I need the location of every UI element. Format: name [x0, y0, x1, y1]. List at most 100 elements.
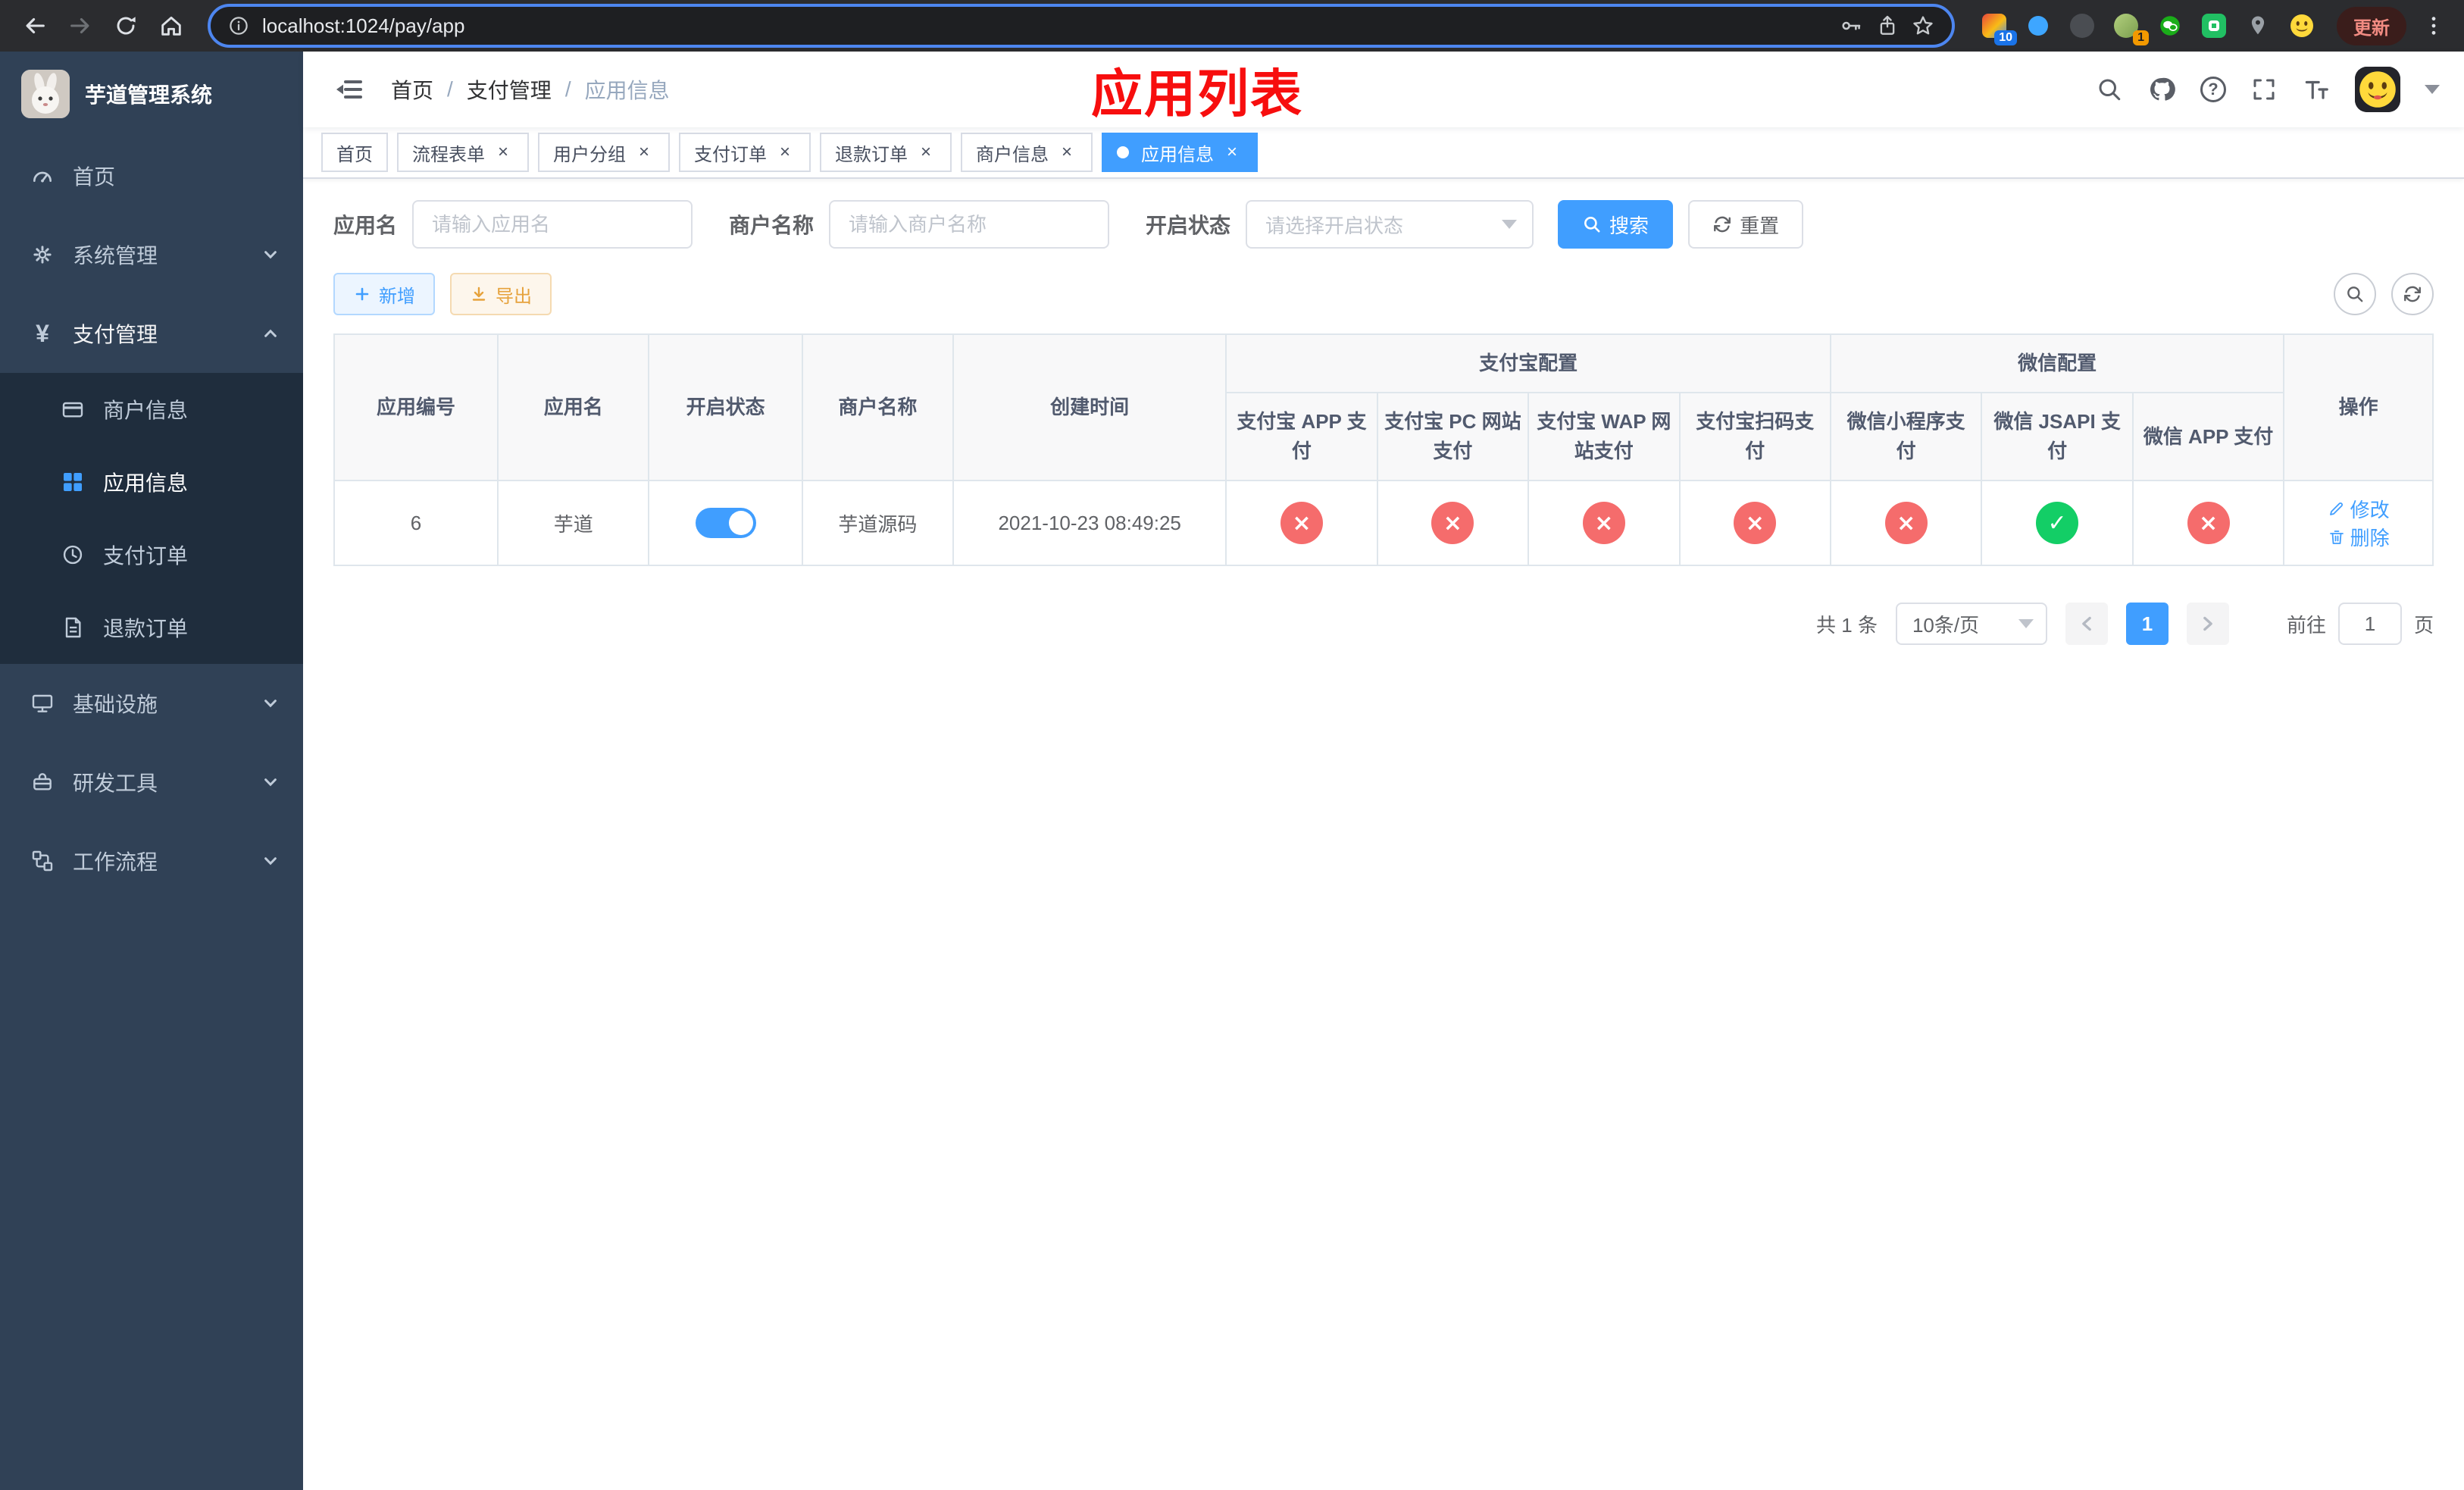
breadcrumb-separator: / [564, 77, 571, 101]
col-header-wx-lite: 微信小程序支付 [1829, 392, 1983, 481]
col-header-name: 应用名 [497, 333, 650, 481]
table-row: 6 芋道 芋道源码 2021-10-23 08:49:25 × × × × × … [333, 480, 2434, 566]
close-icon[interactable]: × [915, 142, 937, 163]
col-header-enabled: 开启状态 [648, 333, 803, 481]
sidebar-item-refund-orders[interactable]: 退款订单 [0, 591, 303, 664]
extension-icon-2[interactable] [2025, 12, 2052, 39]
grid-icon [61, 470, 85, 494]
enable-switch[interactable] [695, 508, 756, 538]
sidebar-item-home[interactable]: 首页 [0, 136, 303, 215]
filter-form: 应用名 商户名称 开启状态 请选择开启状态 搜索 重置 [333, 200, 2434, 249]
browser-menu-icon[interactable] [2419, 14, 2449, 38]
sidebar-item-label: 首页 [73, 165, 116, 189]
next-page-button[interactable] [2186, 603, 2229, 645]
tab-label: 用户分组 [553, 144, 626, 165]
goto-page-input[interactable] [2337, 603, 2402, 645]
tab-process-form[interactable]: 流程表单 × [397, 133, 529, 172]
sidebar: 芋道管理系统 首页 系统管理 ¥ 支付管理 商户信息 应用信息 支付订单 退款订… [0, 52, 303, 1490]
sidebar-item-dev-tools[interactable]: 研发工具 [0, 743, 303, 822]
github-icon[interactable] [2147, 75, 2176, 104]
sidebar-item-workflow[interactable]: 工作流程 [0, 822, 303, 900]
sidebar-item-merchant-info[interactable]: 商户信息 [0, 373, 303, 446]
extension-icon-3[interactable] [2068, 12, 2096, 39]
add-button[interactable]: 新增 [333, 273, 435, 315]
forward-icon[interactable] [61, 6, 100, 45]
refresh-button[interactable] [2391, 273, 2434, 315]
reset-button[interactable]: 重置 [1688, 200, 1804, 249]
pin-extension-icon[interactable] [2244, 12, 2272, 39]
page-size-select[interactable]: 10条/页 [1895, 603, 2047, 645]
close-icon[interactable]: × [492, 142, 514, 163]
sidebar-item-payment-orders[interactable]: 支付订单 [0, 518, 303, 591]
status-icon-wx-app: × [2187, 502, 2230, 544]
page-number-button[interactable]: 1 [2125, 603, 2169, 645]
caret-down-icon[interactable] [2425, 85, 2440, 94]
delete-link[interactable]: 删除 [2328, 523, 2390, 551]
address-bar[interactable]: localhost:1024/pay/app [208, 4, 1955, 48]
page-annotation: 应用列表 [1091, 65, 1304, 124]
sidebar-item-label: 应用信息 [103, 471, 189, 495]
tab-app-info[interactable]: 应用信息 × [1102, 133, 1258, 172]
back-icon[interactable] [15, 6, 55, 45]
goto-page: 前往 页 [2287, 603, 2434, 645]
export-button-label: 导出 [496, 286, 532, 307]
dashboard-icon [30, 164, 55, 188]
app-name-label: 应用名 [333, 214, 398, 237]
tab-label: 支付订单 [694, 144, 767, 165]
tab-merchant-info[interactable]: 商户信息 × [961, 133, 1093, 172]
cell-app-id: 6 [333, 480, 499, 566]
close-icon[interactable]: × [774, 142, 796, 163]
sidebar-item-label: 支付订单 [103, 544, 189, 568]
bookmark-star-icon[interactable] [1911, 14, 1935, 38]
browser-update-button[interactable]: 更新 [2337, 6, 2406, 45]
site-info-icon[interactable] [227, 14, 250, 37]
prev-page-button[interactable] [2065, 603, 2108, 645]
extension-icon-1[interactable]: 10 [1981, 12, 2017, 45]
close-icon[interactable]: × [633, 142, 655, 163]
status-select[interactable]: 请选择开启状态 [1246, 200, 1534, 249]
tab-home[interactable]: 首页 [321, 133, 388, 172]
credit-card-icon [61, 397, 85, 421]
col-header-wx-jsapi: 微信 JSAPI 支付 [1981, 392, 2134, 481]
edit-link[interactable]: 修改 [2328, 495, 2390, 523]
home-icon[interactable] [152, 6, 191, 45]
share-icon[interactable] [1876, 14, 1899, 37]
export-button[interactable]: 导出 [450, 273, 552, 315]
app-logo[interactable]: 芋道管理系统 [0, 52, 303, 136]
merchant-name-input[interactable] [829, 200, 1110, 249]
sidebar-item-system[interactable]: 系统管理 [0, 215, 303, 294]
user-avatar[interactable] [2355, 67, 2400, 112]
col-header-id: 应用编号 [333, 333, 499, 481]
hamburger-icon[interactable] [327, 68, 370, 111]
reload-icon[interactable] [106, 6, 145, 45]
help-icon[interactable]: ? [2200, 77, 2226, 102]
extension-icon-4[interactable]: 1 [2112, 12, 2149, 45]
tab-user-groups[interactable]: 用户分组 × [538, 133, 670, 172]
tab-refund-orders[interactable]: 退款订单 × [820, 133, 952, 172]
sidebar-item-infrastructure[interactable]: 基础设施 [0, 664, 303, 743]
sidebar-item-app-info[interactable]: 应用信息 [0, 446, 303, 518]
toggle-search-button[interactable] [2334, 273, 2376, 315]
fullscreen-icon[interactable] [2250, 76, 2278, 103]
app-name-input[interactable] [412, 200, 693, 249]
tab-payment-orders[interactable]: 支付订单 × [679, 133, 811, 172]
password-key-icon[interactable] [1840, 14, 1864, 38]
close-icon[interactable]: × [1221, 142, 1243, 163]
status-select-placeholder: 请选择开启状态 [1265, 214, 1404, 237]
wechat-extension-icon[interactable] [2156, 12, 2184, 39]
breadcrumb-payment[interactable]: 支付管理 [467, 74, 552, 105]
sidebar-item-payment[interactable]: ¥ 支付管理 [0, 294, 303, 373]
font-size-icon[interactable] [2302, 75, 2331, 104]
status-icon-alipay-pc: × [1431, 502, 1474, 544]
green-extension-icon[interactable] [2200, 12, 2228, 39]
breadcrumb: 首页 / 支付管理 / 应用信息 [391, 74, 670, 105]
close-icon[interactable]: × [1056, 142, 1077, 163]
search-button[interactable]: 搜索 [1558, 200, 1674, 249]
search-icon[interactable] [2096, 76, 2123, 103]
green-extension-glyph [2202, 14, 2226, 38]
cell-actions: 修改 删除 [2283, 480, 2434, 566]
profile-avatar-icon[interactable] [2288, 12, 2315, 39]
breadcrumb-home[interactable]: 首页 [391, 74, 433, 105]
url-text[interactable]: localhost:1024/pay/app [262, 14, 464, 38]
page-content: 应用名 商户名称 开启状态 请选择开启状态 搜索 重置 [303, 179, 2464, 1490]
